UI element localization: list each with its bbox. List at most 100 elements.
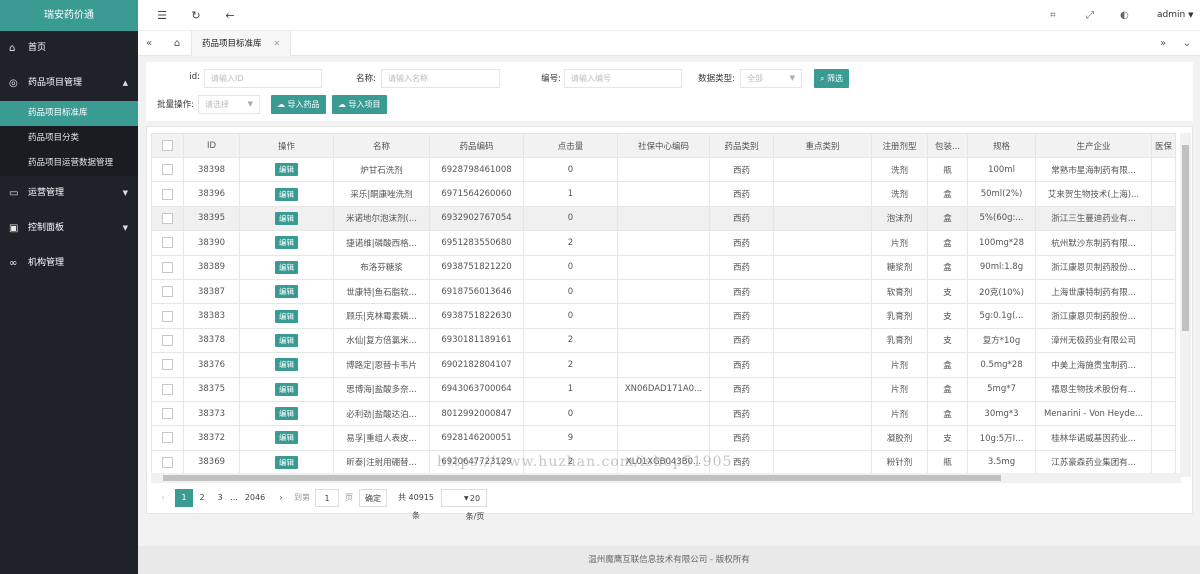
code-input[interactable]: 请输入编号 [564,69,682,88]
row-checkbox[interactable] [162,456,173,468]
tab-scroll-right-icon[interactable]: » [1152,31,1174,56]
edit-button[interactable]: 编辑 [275,260,298,274]
row-checkbox[interactable] [162,164,173,176]
filter-button[interactable]: ⌕ 筛选 [814,69,850,88]
column-header[interactable]: 社保中心编码 [617,133,710,158]
column-header[interactable]: 点击量 [523,133,618,158]
page-1[interactable]: 1 [175,489,193,507]
row-checkbox-cell[interactable] [151,278,184,305]
import-item-button[interactable]: ☁ 导入项目 [332,95,387,114]
row-checkbox[interactable] [162,334,173,346]
row-checkbox[interactable] [162,359,173,371]
edit-button[interactable]: 编辑 [275,333,298,347]
table-row[interactable]: 38375 编辑 思博海|盐酸多奈... 6943063700064 1 XN06DAD1… [151,376,1177,402]
prev-page-icon[interactable]: ‹ [157,489,169,507]
row-checkbox-cell[interactable] [151,254,184,280]
sidebar-item-control-panel[interactable]: ▣ 控制面板 ▼ [0,211,138,246]
edit-button[interactable]: 编辑 [275,163,298,177]
row-checkbox[interactable] [162,286,173,298]
table-row[interactable]: 38396 编辑 采乐|酮康唑洗剂 6971564260060 1 西药 洗剂盒 50ml(2… [151,181,1177,207]
sidebar-item-org-mgmt[interactable]: ∞ 机构管理 [0,246,138,281]
edit-button[interactable]: 编辑 [275,431,298,445]
page-size-select[interactable]: 20 条/页 ▼ [441,489,487,521]
table-row[interactable]: 38372 编辑 易孚|重组人表皮... 6928146200051 9 西药 凝胶剂支 10… [151,425,1177,451]
page-last[interactable]: 2046 [243,489,267,507]
edit-button[interactable]: 编辑 [275,236,298,250]
table-row[interactable]: 38376 编辑 博路定|恩替卡韦片 6902182804107 2 西药 片剂盒 0.5mg… [151,352,1177,378]
tag-icon[interactable]: ⌗ [1050,0,1056,31]
batch-select[interactable]: 请选择 ▼ [198,95,260,114]
row-checkbox-cell[interactable] [151,352,184,378]
column-header[interactable]: 重点类别 [773,133,872,158]
page-3[interactable]: 3 [213,489,227,507]
row-checkbox-cell[interactable] [151,327,184,354]
table-row[interactable]: 38398 编辑 炉甘石洗剂 6928798461008 0 西药 洗剂瓶 100ml 常熟市星… [151,156,1177,183]
theme-icon[interactable]: ◐ [1120,0,1129,31]
row-checkbox-cell[interactable] [151,449,184,476]
tab-home-icon[interactable]: ⌂ [166,31,188,56]
edit-button[interactable]: 编辑 [275,285,298,299]
next-page-icon[interactable]: › [275,489,287,507]
fullscreen-icon[interactable]: ⤢ [1086,0,1094,31]
table-row[interactable]: 38395 编辑 米诺地尔泡沫剂(... 6932902767054 0 西药 泡沫剂盒 5%… [151,205,1177,232]
page-2[interactable]: 2 [195,489,209,507]
column-header[interactable]: 生产企业 [1035,133,1152,158]
row-checkbox-cell[interactable] [151,425,184,451]
column-header[interactable]: 药品类别 [709,133,774,158]
column-header[interactable]: 药品编码 [429,133,524,158]
select-all-checkbox[interactable] [162,140,173,151]
edit-button[interactable]: 编辑 [275,382,298,396]
sidebar-subitem-category[interactable]: 药品项目分类 [0,126,138,151]
column-header[interactable]: 规格 [967,133,1036,158]
row-checkbox-cell[interactable] [151,156,184,183]
tab-menu-icon[interactable]: ⌄ [1176,31,1198,56]
goto-confirm-button[interactable]: 确定 [359,489,387,507]
header-checkbox-cell[interactable] [151,133,184,158]
row-checkbox-cell[interactable] [151,376,184,402]
tab-scroll-left-icon[interactable]: « [138,31,160,56]
row-checkbox-cell[interactable] [151,181,184,207]
refresh-icon[interactable]: ↻ [186,0,206,31]
scrollbar-thumb[interactable] [1182,145,1189,331]
sidebar-item-home[interactable]: ⌂ 首页 [0,31,138,66]
name-input[interactable]: 请输入名称 [381,69,500,88]
edit-button[interactable]: 编辑 [275,455,298,469]
row-checkbox[interactable] [162,237,173,249]
row-checkbox-cell[interactable] [151,303,184,329]
row-checkbox[interactable] [162,383,173,395]
table-row[interactable]: 38383 编辑 顾乐|克林霉素磷... 6938751822630 0 西药 乳膏剂支 5g… [151,303,1177,329]
edit-button[interactable]: 编辑 [275,358,298,372]
row-checkbox[interactable] [162,212,173,224]
column-header[interactable]: ID [183,133,240,158]
id-input[interactable]: 请输入ID [204,69,322,88]
user-name[interactable]: admin ▼ [1157,0,1193,31]
row-checkbox-cell[interactable] [151,205,184,232]
table-row[interactable]: 38378 编辑 水仙|复方倍氯米... 6930181189161 2 西药 乳膏剂支复方… [151,327,1177,354]
edit-button[interactable]: 编辑 [275,407,298,421]
sidebar-subitem-standard-lib[interactable]: 药品项目标准库 [0,101,138,126]
sidebar-item-ops-mgmt[interactable]: ▭ 运营管理 ▼ [0,176,138,211]
menu-toggle-icon[interactable]: ☰ [152,0,172,31]
table-row[interactable]: 38390 编辑 捷诺维|磷酸西格... 6951283550680 2 西药 片剂盒 100… [151,230,1177,256]
table-row[interactable]: 38387 编辑 世康特|鱼石脂软... 6918756013646 0 西药 软膏剂支 20… [151,278,1177,305]
sidebar-subitem-ops-data[interactable]: 药品项目运营数据管理 [0,151,138,176]
import-drug-button[interactable]: ☁ 导入药品 [271,95,326,114]
page-input[interactable]: 1 [315,489,339,507]
tab-standard-lib[interactable]: 药品项目标准库 ✕ [191,31,292,56]
row-checkbox[interactable] [162,261,173,273]
column-header[interactable]: 操作 [239,133,334,158]
row-checkbox[interactable] [162,188,173,200]
row-checkbox[interactable] [162,408,173,420]
sidebar-item-drug-mgmt[interactable]: ◎ 药品项目管理 ▲ [0,66,138,101]
edit-button[interactable]: 编辑 [275,211,298,225]
table-row[interactable]: 38373 编辑 必利劲|盐酸达泊... 8012992000847 0 西药 片剂盒 30m… [151,400,1177,427]
back-arrow-icon[interactable]: ← [220,0,240,31]
horizontal-scrollbar[interactable] [151,473,1181,483]
row-checkbox[interactable] [162,310,173,322]
edit-button[interactable]: 编辑 [275,309,298,323]
vertical-scrollbar[interactable] [1180,133,1191,477]
table-row[interactable]: 38389 编辑 布洛芬糖浆 6938751821220 0 西药 糖浆剂盒 90ml:1.8… [151,254,1177,280]
scrollbar-thumb[interactable] [163,475,1001,481]
close-icon[interactable]: ✕ [274,39,281,48]
column-header[interactable]: 注册剂型 [871,133,928,158]
